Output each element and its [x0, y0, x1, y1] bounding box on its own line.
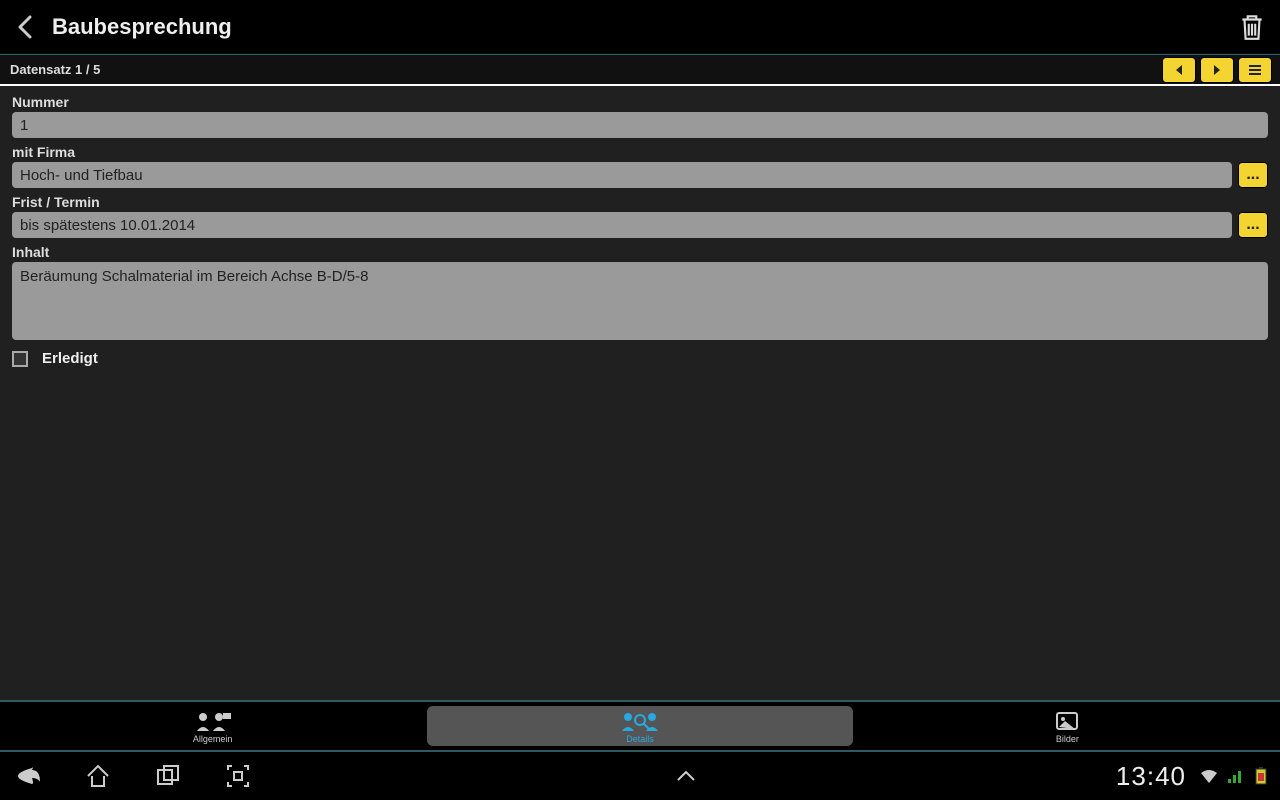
frist-picker-button[interactable]: ...	[1238, 212, 1268, 238]
tab-label: Allgemein	[193, 735, 233, 744]
triangle-right-icon	[1212, 64, 1222, 76]
inhalt-label: Inhalt	[12, 244, 1268, 260]
trash-icon	[1239, 12, 1265, 42]
nummer-input[interactable]: 1	[12, 112, 1268, 138]
record-counter: Datensatz 1 / 5	[10, 62, 100, 77]
firma-label: mit Firma	[12, 144, 1268, 160]
tab-label: Bilder	[1056, 735, 1079, 744]
frist-input[interactable]: bis spätestens 10.01.2014	[12, 212, 1232, 238]
firma-picker-button[interactable]: ...	[1238, 162, 1268, 188]
sys-screenshot-button[interactable]	[220, 758, 256, 794]
chevron-up-icon	[675, 769, 697, 783]
erledigt-checkbox[interactable]	[12, 351, 28, 367]
wifi-icon	[1200, 767, 1218, 785]
tab-allgemein[interactable]: Allgemein	[0, 702, 425, 750]
triangle-left-icon	[1174, 64, 1184, 76]
people-icon	[193, 709, 233, 733]
page-title: Baubesprechung	[52, 14, 232, 40]
firma-input[interactable]: Hoch- und Tiefbau	[12, 162, 1232, 188]
sys-expand-button[interactable]	[668, 758, 704, 794]
nummer-label: Nummer	[12, 94, 1268, 110]
recent-apps-icon	[154, 762, 182, 790]
status-clock: 13:40	[1116, 761, 1186, 792]
home-icon	[84, 762, 112, 790]
erledigt-label: Erledigt	[42, 350, 98, 367]
menu-icon	[1248, 64, 1262, 76]
image-icon	[1047, 709, 1087, 733]
tab-label: Details	[626, 735, 654, 744]
inhalt-textarea[interactable]: Beräumung Schalmaterial im Bereich Achse…	[12, 262, 1268, 340]
sys-recent-button[interactable]	[150, 758, 186, 794]
screenshot-icon	[224, 762, 252, 790]
record-list-button[interactable]	[1238, 57, 1272, 83]
sys-home-button[interactable]	[80, 758, 116, 794]
prev-record-button[interactable]	[1162, 57, 1196, 83]
tab-bilder[interactable]: Bilder	[855, 702, 1280, 750]
delete-button[interactable]	[1232, 7, 1272, 47]
chevron-left-icon	[16, 15, 36, 39]
back-arrow-icon	[14, 762, 42, 790]
sys-back-button[interactable]	[10, 758, 46, 794]
battery-icon	[1252, 767, 1270, 785]
frist-label: Frist / Termin	[12, 194, 1268, 210]
tab-details[interactable]: Details	[427, 706, 852, 746]
back-button[interactable]	[8, 9, 44, 45]
people-search-icon	[620, 709, 660, 733]
signal-icon	[1226, 767, 1244, 785]
next-record-button[interactable]	[1200, 57, 1234, 83]
